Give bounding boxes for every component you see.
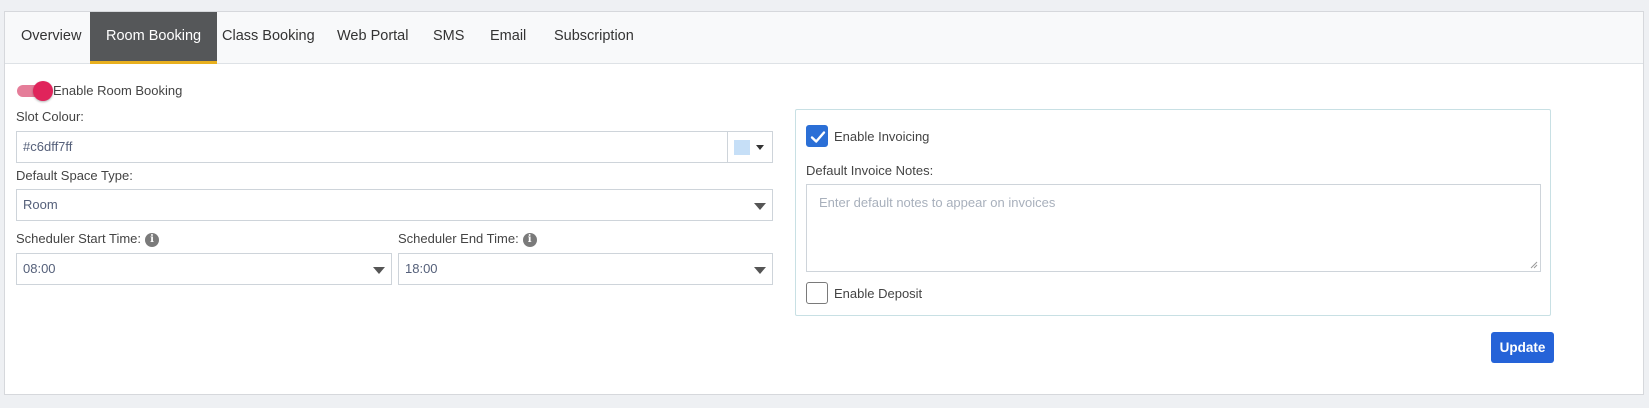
scheduler-end-time-select[interactable]: 18:00 (398, 253, 773, 285)
default-space-type-label: Default Space Type: (16, 168, 133, 183)
tab-web-portal[interactable]: Web Portal (321, 12, 424, 64)
info-icon[interactable]: i (145, 233, 159, 247)
scheduler-start-time-text: Scheduler Start Time: (16, 231, 141, 246)
caret-down-icon (754, 203, 766, 210)
scheduler-start-time-label: Scheduler Start Time: i (16, 231, 159, 247)
slot-colour-input[interactable]: #c6dff7ff (16, 131, 728, 163)
enable-room-booking-label: Enable Room Booking (53, 83, 183, 98)
check-icon (810, 131, 826, 143)
caret-down-icon (373, 267, 385, 274)
invoicing-box: Enable Invoicing Default Invoice Notes: … (795, 109, 1551, 316)
default-space-type-select[interactable]: Room (16, 189, 773, 221)
default-space-type-value: Room (23, 197, 58, 212)
enable-deposit-checkbox[interactable] (806, 282, 828, 304)
tab-overview[interactable]: Overview (5, 12, 97, 64)
caret-down-icon (754, 267, 766, 274)
scheduler-end-time-value: 18:00 (405, 261, 438, 276)
tab-bar: Overview Room Booking Class Booking Web … (5, 12, 1643, 64)
tab-email[interactable]: Email (474, 12, 542, 64)
enable-room-booking-toggle[interactable] (17, 81, 53, 101)
caret-down-icon (756, 145, 764, 150)
tab-room-booking[interactable]: Room Booking (90, 12, 218, 64)
enable-deposit-label: Enable Deposit (834, 286, 923, 301)
tab-sms[interactable]: SMS (417, 12, 480, 64)
enable-invoicing-checkbox[interactable] (806, 125, 828, 147)
scheduler-end-time-label: Scheduler End Time: i (398, 231, 537, 247)
info-icon[interactable]: i (522, 233, 537, 247)
tab-class-booking[interactable]: Class Booking (206, 12, 331, 64)
slot-colour-label: Slot Colour: (16, 109, 84, 124)
default-invoice-notes-label: Default Invoice Notes: (806, 163, 934, 178)
default-invoice-notes-textarea[interactable]: Enter default notes to appear on invoice… (806, 184, 1541, 272)
toggle-knob (33, 81, 53, 101)
scheduler-start-time-value: 08:00 (23, 261, 56, 276)
colour-swatch (734, 140, 750, 155)
textarea-placeholder: Enter default notes to appear on invoice… (819, 195, 1056, 210)
update-button[interactable]: Update (1491, 332, 1554, 363)
resize-grip-icon[interactable] (1530, 261, 1538, 269)
tab-subscription[interactable]: Subscription (538, 12, 650, 64)
colour-picker-button[interactable] (727, 131, 773, 163)
scheduler-start-time-select[interactable]: 08:00 (16, 253, 392, 285)
scheduler-end-time-text: Scheduler End Time: (398, 231, 519, 246)
enable-invoicing-label: Enable Invoicing (834, 129, 930, 144)
